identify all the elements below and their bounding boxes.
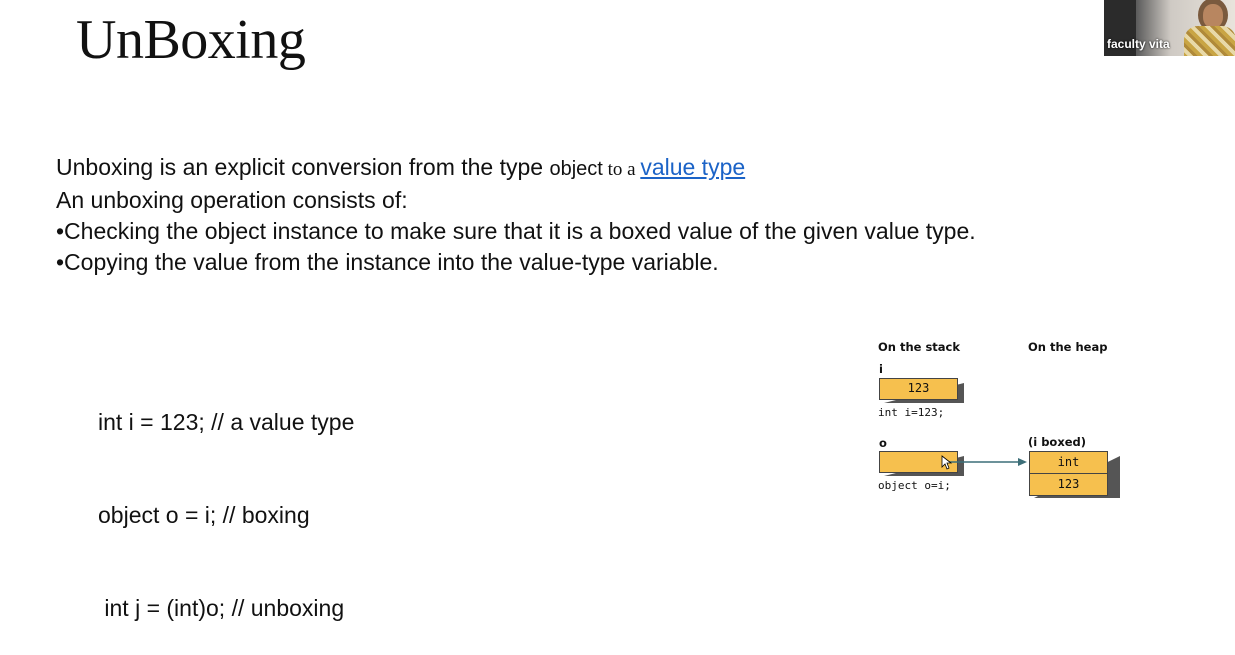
participant-video-tile[interactable]: faculty vita (1104, 0, 1235, 56)
operation-intro: An unboxing operation consists of: (56, 187, 408, 213)
code-line-3: int j = (int)o; // unboxing (98, 595, 345, 621)
object-keyword: object (549, 158, 603, 180)
boxed-value-cell: 123 (1029, 473, 1108, 496)
participant-face (1203, 4, 1223, 28)
definition-text: Unboxing is an explicit conversion from … (56, 154, 550, 180)
bullet-checking: •Checking the object instance to make su… (56, 218, 976, 244)
code-line-1: int i = 123; // a value type (98, 409, 355, 435)
to-a-text: to a (602, 159, 641, 180)
slide-body: Unboxing is an explicit conversion from … (56, 152, 976, 278)
bullet-copying: •Copying the value from the instance int… (56, 249, 719, 275)
participant-body (1184, 26, 1235, 56)
boxing-diagram: On the stack On the heap i 123 int i=123… (872, 336, 1132, 511)
slide-title: UnBoxing (76, 9, 306, 71)
definition-line: Unboxing is an explicit conversion from … (56, 152, 976, 185)
participant-name: faculty vita (1107, 37, 1170, 51)
code-example: int i = 123; // a value type object o = … (98, 345, 354, 655)
boxed-label: (i boxed) (1028, 435, 1087, 449)
value-type-link[interactable]: value type (640, 154, 745, 180)
code-line-2: object o = i; // boxing (98, 502, 310, 528)
boxed-type-cell: int (1029, 451, 1108, 474)
